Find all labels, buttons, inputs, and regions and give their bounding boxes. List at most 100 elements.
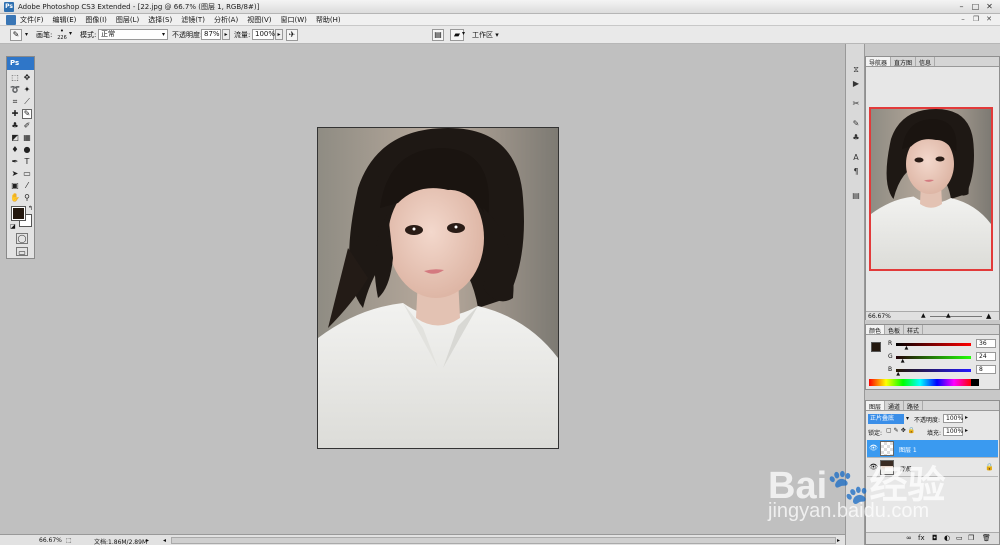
- status-zoom[interactable]: 66.67%: [39, 537, 62, 544]
- b-slider-handle[interactable]: ▲: [896, 371, 900, 377]
- blend-mode-arrow-icon[interactable]: ▾: [906, 415, 909, 422]
- lasso-tool-icon[interactable]: ➰: [10, 85, 20, 95]
- zoom-in-icon[interactable]: ▲: [986, 312, 991, 320]
- clone-source-panel-icon[interactable]: ♣: [850, 132, 862, 144]
- status-menu-arrow-icon[interactable]: ▸: [146, 537, 149, 544]
- menu-filter[interactable]: 滤镜(T): [181, 15, 205, 25]
- navigator-zoom-slider[interactable]: [930, 316, 982, 317]
- fill-arrow-icon[interactable]: ▸: [965, 427, 968, 434]
- quick-mask-icon[interactable]: ◯: [16, 233, 28, 244]
- layer-opacity-arrow-icon[interactable]: ▸: [965, 414, 968, 421]
- r-slider-handle[interactable]: ▲: [905, 345, 909, 351]
- opacity-input[interactable]: 87%: [201, 29, 221, 40]
- tab-channels[interactable]: 通道: [885, 401, 905, 411]
- history-brush-tool-icon[interactable]: ✐: [22, 121, 32, 131]
- pen-tool-icon[interactable]: ✒: [10, 157, 20, 167]
- brush-tool-preset-icon[interactable]: ✎: [10, 29, 22, 41]
- r-input[interactable]: 36: [976, 339, 996, 348]
- shape-tool-icon[interactable]: ▭: [22, 169, 32, 179]
- brush-tool-icon[interactable]: ✎: [22, 109, 32, 119]
- menu-layer[interactable]: 图层(L): [116, 15, 139, 25]
- hand-tool-icon[interactable]: ✋: [10, 193, 20, 203]
- layer-opacity-input[interactable]: 100%: [943, 414, 963, 423]
- actions-panel-icon[interactable]: ▶: [850, 78, 862, 90]
- magic-wand-tool-icon[interactable]: ✦: [22, 85, 32, 95]
- tab-color[interactable]: 颜色: [866, 325, 886, 335]
- workspace-menu[interactable]: 工作区 ▾: [472, 30, 499, 40]
- doc-restore-icon[interactable]: ❐: [971, 15, 981, 25]
- tab-styles[interactable]: 样式: [904, 325, 924, 335]
- navigator-preview[interactable]: [869, 107, 993, 271]
- clone-stamp-tool-icon[interactable]: ♣: [10, 121, 20, 131]
- notes-tool-icon[interactable]: ▣: [10, 181, 20, 191]
- healing-brush-tool-icon[interactable]: ✚: [10, 109, 20, 119]
- color-spectrum-bar[interactable]: [869, 379, 971, 386]
- minimize-icon[interactable]: –: [956, 2, 967, 12]
- history-panel-icon[interactable]: ⧖: [850, 64, 862, 76]
- brush-picker-arrow-icon[interactable]: ▾: [69, 30, 72, 37]
- navigator-zoom-slider-handle[interactable]: ▲: [946, 312, 951, 319]
- eraser-tool-icon[interactable]: ◩: [10, 133, 20, 143]
- palette-well-icon[interactable]: ▤: [432, 29, 444, 41]
- gradient-tool-icon[interactable]: ▦: [22, 133, 32, 143]
- tab-swatches[interactable]: 色板: [885, 325, 905, 335]
- menu-help[interactable]: 帮助(H): [316, 15, 341, 25]
- menu-file[interactable]: 文件(F): [20, 15, 44, 25]
- tab-navigator[interactable]: 导航器: [866, 57, 892, 67]
- swap-colors-icon[interactable]: ↰: [28, 205, 33, 212]
- eyedropper-tool-icon[interactable]: ⁄: [22, 181, 32, 191]
- default-colors-icon[interactable]: ◪: [10, 223, 16, 230]
- document-canvas[interactable]: [317, 127, 559, 449]
- color-fg-swatch[interactable]: [871, 342, 881, 352]
- b-input[interactable]: 8: [976, 365, 996, 374]
- menu-view[interactable]: 视图(V): [247, 15, 271, 25]
- marquee-tool-icon[interactable]: ⬚: [10, 73, 20, 83]
- tab-histogram[interactable]: 直方图: [891, 57, 917, 67]
- flow-input[interactable]: 100%: [252, 29, 275, 40]
- airbrush-icon[interactable]: ✈: [286, 29, 298, 41]
- doc-minimize-icon[interactable]: –: [958, 15, 968, 25]
- doc-close-icon[interactable]: ✕: [984, 15, 994, 25]
- crop-tool-icon[interactable]: ⌗: [10, 97, 20, 107]
- zoom-out-icon[interactable]: ▲: [921, 312, 926, 319]
- navigator-zoom[interactable]: 66.67%: [868, 313, 891, 320]
- brushes-panel-icon[interactable]: ✎: [850, 118, 862, 130]
- spectrum-black-swatch[interactable]: [971, 379, 979, 386]
- path-selection-tool-icon[interactable]: ➤: [10, 169, 20, 179]
- lock-icons[interactable]: ▢✎✥🔒: [886, 427, 917, 434]
- tool-preset-arrow-icon[interactable]: ▾: [462, 30, 465, 37]
- dodge-tool-icon[interactable]: ●: [22, 145, 32, 155]
- opacity-slider-arrow-icon[interactable]: ▸: [222, 29, 230, 40]
- g-slider[interactable]: [896, 356, 971, 359]
- zoom-tool-icon[interactable]: ⚲: [22, 193, 32, 203]
- flow-slider-arrow-icon[interactable]: ▸: [275, 29, 283, 40]
- layer-comps-panel-icon[interactable]: ▤: [850, 190, 862, 202]
- document-menu-icon[interactable]: [6, 15, 16, 25]
- tab-layers[interactable]: 图层: [866, 401, 886, 411]
- close-icon[interactable]: ✕: [984, 2, 995, 12]
- maximize-icon[interactable]: □: [970, 2, 981, 12]
- character-panel-icon[interactable]: A: [850, 152, 862, 164]
- menu-analysis[interactable]: 分析(A): [214, 15, 238, 25]
- g-slider-handle[interactable]: ▲: [901, 358, 905, 364]
- menu-edit[interactable]: 编辑(E): [53, 15, 77, 25]
- type-tool-icon[interactable]: T: [22, 157, 32, 167]
- paragraph-panel-icon[interactable]: ¶: [850, 166, 862, 178]
- slice-tool-icon[interactable]: ⟋: [22, 97, 32, 107]
- horizontal-scrollbar[interactable]: [171, 537, 836, 544]
- move-tool-icon[interactable]: ✥: [22, 73, 32, 83]
- preset-arrow-icon[interactable]: ▾: [25, 31, 28, 38]
- menu-window[interactable]: 窗口(W): [280, 15, 306, 25]
- mode-select[interactable]: 正常 ▾: [98, 29, 168, 40]
- blur-tool-icon[interactable]: ♦: [10, 145, 20, 155]
- menu-select[interactable]: 选择(S): [148, 15, 172, 25]
- scroll-left-arrow-icon[interactable]: ◂: [163, 537, 166, 544]
- b-slider[interactable]: [896, 369, 971, 372]
- menu-image[interactable]: 图像(I): [85, 15, 107, 25]
- g-input[interactable]: 24: [976, 352, 996, 361]
- tool-presets-panel-icon[interactable]: ✂: [850, 98, 862, 110]
- foreground-color-swatch[interactable]: [11, 206, 26, 221]
- fill-input[interactable]: 100%: [943, 427, 963, 436]
- tab-paths[interactable]: 路径: [904, 401, 924, 411]
- brush-size-picker[interactable]: • 226: [56, 28, 68, 42]
